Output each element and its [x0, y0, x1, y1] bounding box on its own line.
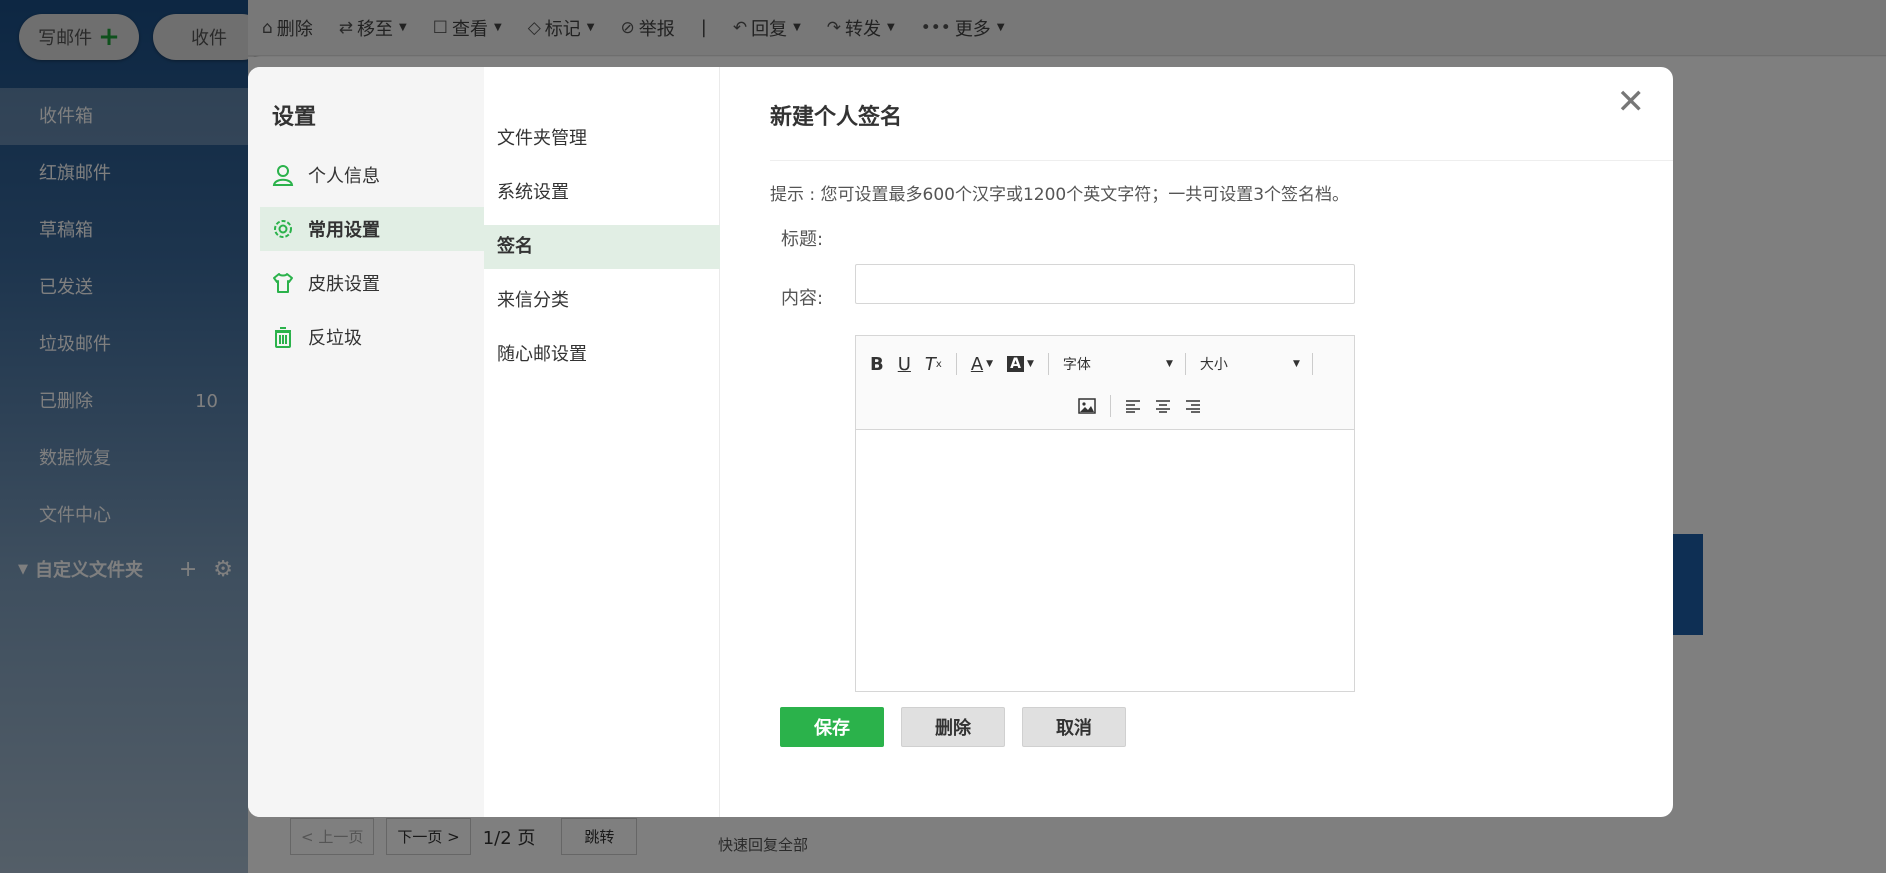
nav-label: 皮肤设置 — [308, 274, 380, 295]
settings-secondary-nav: 文件夹管理 系统设置 签名 来信分类 随心邮设置 — [484, 67, 720, 817]
size-select-label: 大小 — [1199, 357, 1228, 373]
rich-text-editor: B U Tx A ▼ A ▼ 字体 ▼ 大小 ▼ — [855, 335, 1355, 692]
signature-editor-panel: 新建个人签名 ✕ 提示 : 您可设置最多600个汉字或1200个英文字符；一共可… — [721, 67, 1673, 817]
title-label: 标题: — [781, 229, 824, 250]
nav-suixinyou-settings[interactable]: 随心邮设置 — [484, 333, 720, 377]
font-color-icon[interactable]: A ▼ — [971, 354, 993, 375]
signature-title-input[interactable] — [855, 264, 1355, 304]
font-select-label: 字体 — [1062, 357, 1091, 373]
settings-primary-nav: 设置 个人信息 常用设置 皮肤设置 反垃圾 — [248, 67, 484, 817]
align-right-icon[interactable] — [1185, 399, 1201, 413]
font-family-select[interactable]: 字体 ▼ — [1063, 354, 1173, 374]
bold-icon[interactable]: B — [870, 354, 884, 375]
nav-folder-management[interactable]: 文件夹管理 — [484, 117, 720, 161]
separator — [955, 353, 957, 375]
background-color-icon[interactable]: A ▼ — [1007, 356, 1034, 372]
editor-body[interactable] — [856, 430, 1354, 692]
nav-label: 常用设置 — [308, 220, 380, 241]
nav-system-settings[interactable]: 系统设置 — [484, 171, 720, 215]
align-left-icon[interactable] — [1125, 399, 1141, 413]
nav-anti-spam[interactable]: 反垃圾 — [260, 315, 484, 359]
nav-label: 个人信息 — [308, 166, 380, 187]
trash-icon — [275, 327, 291, 348]
editor-toolbar: B U Tx A ▼ A ▼ 字体 ▼ 大小 ▼ — [856, 336, 1354, 430]
divider — [770, 160, 1673, 161]
gear-icon — [274, 220, 292, 238]
caret-down-icon: ▼ — [1165, 359, 1173, 369]
cancel-button[interactable]: 取消 — [1022, 707, 1126, 747]
delete-signature-button[interactable]: 删除 — [901, 707, 1005, 747]
nav-label: 反垃圾 — [308, 328, 362, 349]
nav-mail-classification[interactable]: 来信分类 — [484, 279, 720, 323]
underline-icon[interactable]: U — [898, 354, 911, 375]
clear-format-icon[interactable]: Tx — [925, 354, 942, 375]
nav-signature[interactable]: 签名 — [484, 225, 720, 269]
signature-tip: 提示 : 您可设置最多600个汉字或1200个英文字符；一共可设置3个签名档。 — [770, 185, 1350, 205]
separator — [1184, 353, 1186, 375]
settings-modal: 设置 个人信息 常用设置 皮肤设置 反垃圾 文件夹管理 系统设置 签名 来信分类… — [248, 67, 1673, 817]
align-center-icon[interactable] — [1155, 399, 1171, 413]
settings-title: 设置 — [272, 105, 317, 130]
save-button[interactable]: 保存 — [780, 707, 884, 747]
font-size-select[interactable]: 大小 ▼ — [1200, 354, 1300, 374]
content-title: 新建个人签名 — [770, 105, 903, 130]
separator — [1047, 353, 1049, 375]
user-icon — [272, 165, 294, 186]
nav-common-settings[interactable]: 常用设置 — [260, 207, 484, 251]
separator — [1110, 395, 1111, 417]
separator — [1311, 353, 1313, 375]
image-icon[interactable] — [1078, 398, 1096, 414]
nav-personal-info[interactable]: 个人信息 — [260, 153, 484, 197]
caret-down-icon: ▼ — [1292, 359, 1300, 369]
nav-skin-settings[interactable]: 皮肤设置 — [260, 261, 484, 305]
close-icon[interactable]: ✕ — [1617, 85, 1646, 119]
content-label: 内容: — [781, 288, 824, 309]
shirt-icon — [273, 273, 293, 293]
